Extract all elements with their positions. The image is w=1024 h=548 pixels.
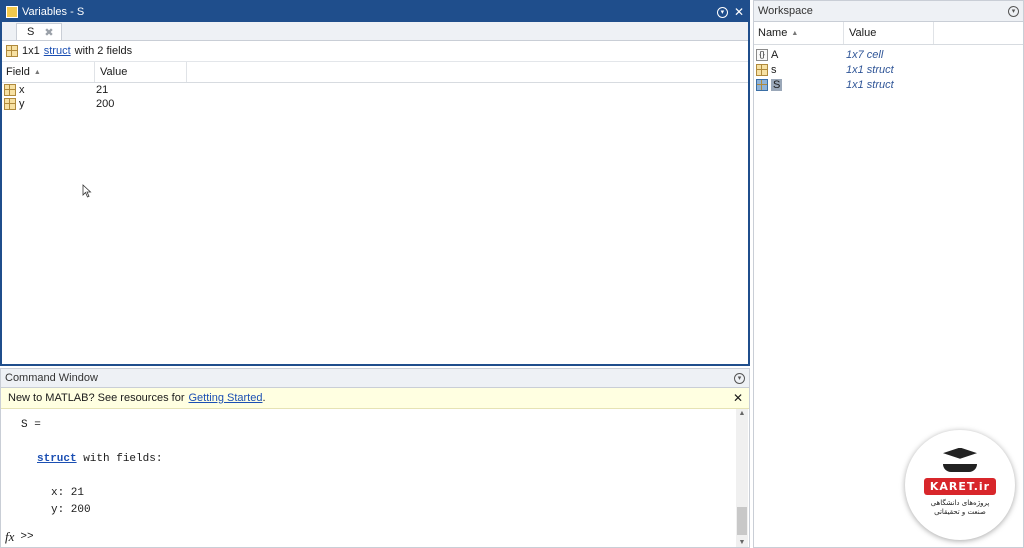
workspace-row[interactable]: s 1x1 struct (754, 62, 1023, 77)
mustache-icon (943, 463, 977, 472)
variables-panel: Variables - S ▾ ✕ S ✖ 1x1 struct with 2 … (0, 0, 750, 366)
panel-actions-icon[interactable]: ▾ (716, 6, 728, 18)
field-name: y (19, 98, 25, 110)
struct-icon (756, 78, 768, 91)
variables-table-header: Field ▲ Value (2, 62, 748, 83)
getting-started-notice: New to MATLAB? See resources for Getting… (1, 388, 749, 409)
variables-tabstrip: S ✖ (2, 22, 748, 41)
sort-ascending-icon: ▲ (791, 29, 799, 37)
struct-keyword-link[interactable]: struct (37, 453, 77, 465)
struct-icon (6, 45, 18, 57)
notice-text: New to MATLAB? See resources for (8, 392, 185, 404)
command-scrollbar[interactable]: ▲ ▼ (736, 409, 748, 547)
struct-link[interactable]: struct (44, 45, 71, 57)
struct-icon (756, 63, 768, 76)
cell-icon: {} (756, 48, 768, 61)
workspace-table-header: Name ▲ Value (754, 22, 1023, 45)
close-notice-icon[interactable]: ✕ (733, 391, 743, 405)
console-output[interactable]: S = struct with fields: x: 21 y: 200 (21, 417, 162, 519)
variable-name: s (771, 63, 777, 76)
info-suffix: with 2 fields (74, 45, 133, 57)
scroll-up-icon[interactable]: ▲ (736, 410, 748, 417)
workspace-list: {} A 1x7 cell s 1x1 struct S 1x1 struct (754, 45, 1023, 92)
panel-actions-icon[interactable]: ▾ (734, 372, 745, 384)
variables-titlebar: Variables - S ▾ ✕ (2, 2, 748, 22)
close-panel-icon[interactable]: ✕ (734, 6, 744, 18)
table-row[interactable]: y 200 (2, 97, 748, 111)
panel-actions-icon[interactable]: ▾ (1008, 5, 1019, 17)
variable-name: A (771, 48, 779, 61)
function-browser-icon[interactable]: fx (5, 529, 14, 545)
scroll-down-icon[interactable]: ▼ (736, 539, 748, 546)
command-window: Command Window ▾ New to MATLAB? See reso… (0, 368, 750, 548)
variables-app-icon (6, 6, 18, 18)
tab-s[interactable]: S ✖ (16, 23, 62, 40)
logo-subtitle: پروژه‌های دانشگاهی صنعت و تحقیقاتی (930, 498, 990, 516)
variable-value: 1x7 cell (846, 48, 884, 61)
workspace-row[interactable]: {} A 1x7 cell (754, 47, 1023, 62)
getting-started-link[interactable]: Getting Started (188, 392, 262, 404)
logo-brand: KARET.ir (923, 477, 997, 495)
column-header-value[interactable]: Value (844, 22, 934, 44)
workspace-row-selected[interactable]: S 1x1 struct (754, 77, 1023, 92)
mouse-cursor-icon (82, 184, 92, 198)
notice-period: . (262, 392, 266, 404)
variables-title: Variables - S (22, 6, 85, 18)
field-icon (4, 98, 16, 110)
info-size: 1x1 (22, 45, 40, 57)
variables-table-body: x 21 y 200 (2, 83, 748, 111)
command-window-titlebar: Command Window ▾ (1, 369, 749, 388)
field-icon (4, 84, 16, 96)
table-row[interactable]: x 21 (2, 83, 748, 97)
command-prompt[interactable]: fx >> (5, 529, 34, 545)
prompt-symbol: >> (20, 531, 34, 543)
column-header-field[interactable]: Field ▲ (2, 62, 95, 82)
variable-name: S (771, 78, 783, 91)
sort-ascending-icon: ▲ (33, 68, 41, 76)
output-line: x: 21 (51, 487, 85, 499)
output-line: S = (21, 419, 41, 431)
tab-label: S (27, 26, 35, 38)
variable-value: 1x1 struct (846, 63, 894, 76)
column-header-name[interactable]: Name ▲ (754, 22, 844, 44)
field-value: 200 (96, 98, 115, 110)
karet-logo: KARET.ir پروژه‌های دانشگاهی صنعت و تحقیق… (905, 430, 1015, 540)
output-line: with fields: (76, 453, 163, 465)
command-window-title: Command Window (5, 372, 98, 384)
workspace-title: Workspace (758, 5, 813, 17)
field-name: x (19, 84, 25, 96)
scroll-thumb[interactable] (737, 507, 747, 535)
variable-value: 1x1 struct (846, 78, 894, 91)
column-header-value[interactable]: Value (95, 62, 187, 82)
variable-info: 1x1 struct with 2 fields (2, 41, 748, 62)
workspace-titlebar: Workspace ▾ (754, 1, 1023, 22)
field-value: 21 (96, 84, 109, 96)
output-line: y: 200 (51, 504, 91, 516)
close-tab-icon[interactable]: ✖ (44, 26, 53, 39)
graduation-cap-icon (943, 447, 977, 459)
